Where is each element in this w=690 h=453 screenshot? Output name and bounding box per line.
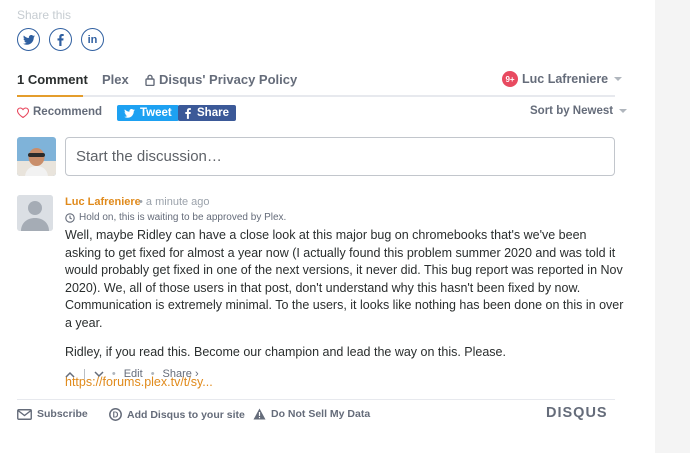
user-name: Luc Lafreniere [522, 72, 609, 86]
do-not-sell-link[interactable]: Do Not Sell My Data [253, 408, 370, 420]
svg-text:D: D [113, 410, 119, 419]
user-photo-icon [17, 137, 56, 176]
recommend-label: Recommend [33, 106, 103, 118]
user-menu[interactable]: Luc Lafreniere [522, 72, 623, 86]
comment-timestamp[interactable]: • a minute ago [139, 196, 210, 208]
edit-button[interactable]: Edit [124, 368, 143, 380]
footer-divider [17, 399, 615, 400]
subscribe-link[interactable]: Subscribe [17, 408, 88, 420]
disqus-logo[interactable]: DISQUS [546, 405, 608, 421]
recommend-button[interactable]: Recommend [17, 106, 102, 118]
comment-input[interactable] [65, 137, 615, 176]
upvote-icon[interactable] [65, 371, 75, 378]
comment-author[interactable]: Luc Lafreniere [65, 196, 141, 208]
facebook-share-button[interactable] [49, 28, 72, 51]
add-disqus-link[interactable]: D Add Disqus to your site [109, 408, 245, 421]
tweet-button[interactable]: Tweet [117, 105, 179, 121]
sort-label: Sort by Newest [530, 105, 614, 117]
share-this-label: Share this [17, 8, 72, 22]
twitter-share-button[interactable] [17, 28, 40, 51]
current-user-avatar [17, 137, 56, 176]
twitter-icon [22, 34, 35, 45]
clock-icon [65, 212, 75, 223]
linkedin-share-button[interactable]: in [81, 28, 104, 51]
dot-separator: • [150, 368, 155, 380]
tweet-label: Tweet [140, 107, 172, 119]
disqus-d-icon: D [109, 408, 122, 421]
comment-share-button[interactable]: Share › [163, 368, 199, 380]
tab-community[interactable]: Plex [102, 72, 129, 87]
do-not-sell-label: Do Not Sell My Data [271, 408, 371, 420]
default-avatar-icon [17, 195, 53, 231]
warning-icon [253, 408, 266, 420]
facebook-icon [185, 107, 191, 119]
pending-approval-notice: Hold on, this is waiting to be approved … [65, 212, 286, 223]
comment-time-text: a minute ago [145, 196, 210, 208]
share-label: Share [197, 107, 229, 119]
comment-paragraph: Ridley, if you read this. Become our cha… [65, 345, 506, 359]
heart-icon [17, 106, 29, 118]
active-tab-indicator [17, 95, 83, 97]
lock-icon [145, 74, 155, 86]
facebook-share-action-button[interactable]: Share [178, 105, 236, 121]
tab-comments[interactable]: 1 Comment [17, 72, 88, 87]
privacy-policy-label: Disqus' Privacy Policy [159, 72, 298, 87]
add-disqus-label: Add Disqus to your site [127, 408, 245, 421]
comment-avatar[interactable] [17, 195, 53, 231]
tabs-divider [17, 95, 615, 97]
envelope-icon [17, 408, 32, 420]
facebook-icon [57, 33, 64, 46]
subscribe-label: Subscribe [37, 408, 88, 420]
pending-text: Hold on, this is waiting to be approved … [79, 212, 287, 223]
downvote-icon[interactable] [94, 370, 104, 378]
notification-badge[interactable]: 9+ [502, 71, 518, 87]
page-right-edge [655, 0, 690, 453]
comment-actions: | • Edit • Share › [65, 368, 199, 380]
vote-separator: | [83, 368, 86, 380]
sort-dropdown[interactable]: Sort by Newest [530, 105, 628, 117]
linkedin-icon: in [87, 33, 98, 46]
chevron-down-icon [614, 77, 623, 81]
twitter-icon [124, 108, 135, 118]
comment-body: Well, maybe Ridley can have a close look… [65, 227, 625, 391]
comment-paragraph: Well, maybe Ridley can have a close look… [65, 228, 624, 330]
chevron-down-icon [619, 109, 628, 113]
dot-separator: • [111, 368, 116, 380]
tab-privacy-policy[interactable]: Disqus' Privacy Policy [145, 72, 297, 87]
